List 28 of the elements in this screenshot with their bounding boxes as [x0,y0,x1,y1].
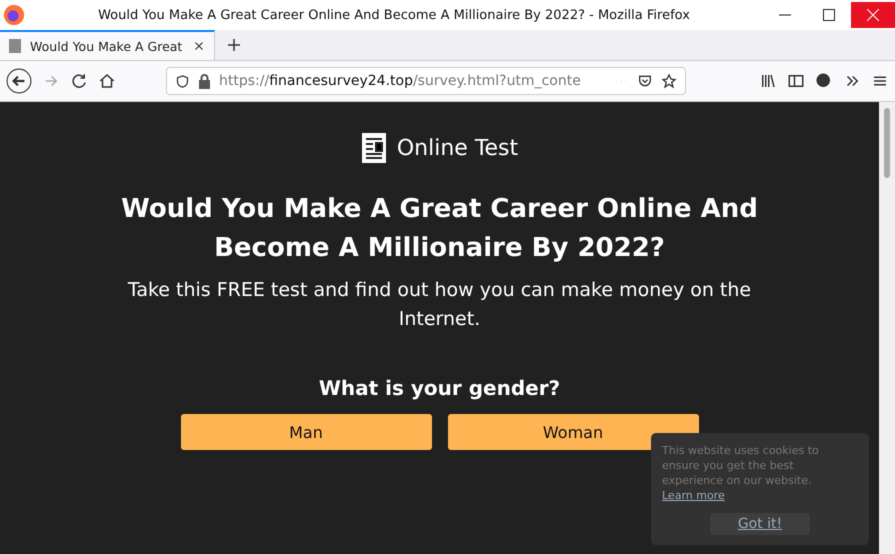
url-text: https://financesurvey24.top/survey.html?utm_conte [219,73,582,89]
subtitle: Take this FREE test and find out how you can make money on the Internet. [126,278,752,332]
window-title: Would You Make A Great Career Online And Become A Millionaire By 2022? - Mozilla Firefox [97,8,691,22]
close-icon [867,9,879,21]
newspaper-icon [360,132,387,164]
plus-icon[interactable] [225,36,243,54]
brand-title: Online Test [396,136,518,160]
sidebar-icon[interactable] [787,72,805,90]
shield-icon[interactable] [175,74,190,88]
scrollbar-thumb[interactable] [884,108,890,178]
close-button[interactable] [851,2,895,28]
browser-logo-icon [3,4,25,26]
maximize-icon [823,9,835,21]
home-icon[interactable] [98,72,116,90]
answer-button[interactable]: Man [180,414,432,450]
address-bar[interactable]: https://financesurvey24.top/survey.html?utm_conte [166,67,686,95]
library-icon[interactable] [759,72,777,90]
document-icon [8,38,22,54]
lock-icon [198,74,211,88]
reload-icon[interactable] [70,72,88,90]
pocket-icon[interactable] [637,73,653,89]
question: What is your gender? [318,376,560,400]
headline: Would You Make A Great Career Online And Become A Millionaire By 2022? [120,193,759,265]
got-it-button[interactable]: Got it! [710,513,810,535]
browser-tab[interactable]: Would You Make A Great [0,30,215,60]
star-icon[interactable] [661,73,677,89]
back-icon[interactable] [6,68,32,94]
learn-more-link[interactable]: Learn more [662,489,725,502]
